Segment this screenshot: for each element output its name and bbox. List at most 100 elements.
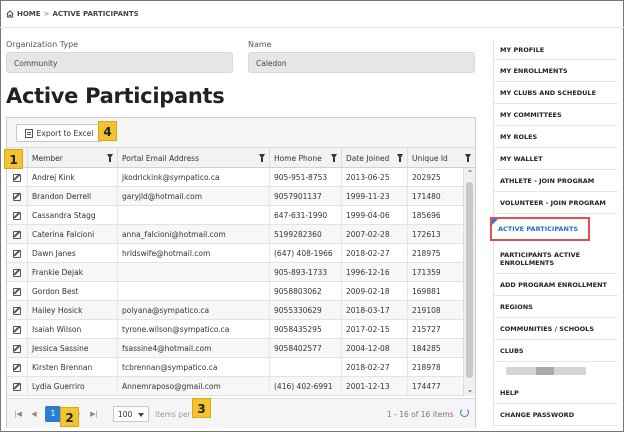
scroll-thumb[interactable] (466, 182, 473, 378)
last-page-button[interactable]: ▶| (87, 407, 101, 421)
edit-icon[interactable] (13, 249, 21, 258)
scroll-down-icon[interactable]: ⌄ (464, 384, 476, 396)
org-type-field[interactable]: Community (6, 52, 233, 73)
table-row[interactable]: Kirsten Brennan tcbrennan@sympatico.ca 201… (7, 358, 463, 377)
table-cell: 218978 (407, 358, 463, 377)
edit-cell[interactable] (7, 358, 27, 377)
sidebar-item-athlete-join-program[interactable]: ATHLETE - JOIN PROGRAM (494, 170, 618, 192)
header-unique-id[interactable]: Unique Id (407, 148, 475, 168)
table-row[interactable]: Brandon Derrell garyjld@hotmail.com 905790… (7, 187, 463, 206)
edit-icon[interactable] (13, 211, 21, 220)
header-member[interactable]: Member (27, 148, 117, 168)
edit-icon[interactable] (13, 363, 21, 372)
sidebar-item-regions[interactable]: REGIONS (494, 296, 618, 318)
edit-cell[interactable] (7, 225, 27, 244)
refresh-icon[interactable] (460, 408, 469, 417)
sidebar-item-my-wallet[interactable]: MY WALLET (494, 148, 618, 170)
sidebar-item-label: ADD PROGRAM ENROLLMENT (500, 280, 607, 289)
table-cell: 9058435295 (269, 320, 341, 339)
edit-icon[interactable] (13, 192, 21, 201)
table-cell: 2001-12-13 (341, 377, 407, 396)
table-cell: Andrej Kink (27, 168, 117, 187)
sidebar-item-volunteer-join-program[interactable]: VOLUNTEER - JOIN PROGRAM (494, 192, 618, 214)
sidebar-item-communities-schools[interactable]: COMMUNITIES / SCHOOLS (494, 318, 618, 340)
filter-icon[interactable] (331, 154, 337, 162)
edit-icon[interactable] (13, 306, 21, 315)
callout-3: 3 (192, 398, 211, 418)
edit-icon[interactable] (13, 344, 21, 353)
export-to-excel-button[interactable]: Export to Excel (16, 124, 102, 142)
sidebar-item-add-program-enrollment[interactable]: ADD PROGRAM ENROLLMENT (494, 274, 618, 296)
sidebar-item-my-profile[interactable]: MY PROFILE (494, 40, 618, 60)
table-row[interactable]: Isaiah Wilson tyrone.wilson@sympatico.ca 9… (7, 320, 463, 339)
sidebar-item-participants-active-enrollments[interactable]: PARTICIPANTS ACTIVE ENROLLMENTS (494, 244, 618, 274)
sidebar-item-label: REGIONS (500, 302, 533, 311)
table-cell: 2013-06-25 (341, 168, 407, 187)
edit-cell[interactable] (7, 377, 27, 396)
header-home-phone[interactable]: Home Phone (269, 148, 341, 168)
table-row[interactable]: Andrej Kink jkodrickink@sympatico.ca 905-9… (7, 168, 463, 187)
edit-cell[interactable] (7, 320, 27, 339)
sidebar-item-clubs[interactable]: CLUBS (494, 340, 618, 362)
table-row[interactable]: Lydia Guerriro Annemraposo@gmail.com (416)… (7, 377, 463, 396)
sidebar-item-change-password[interactable]: CHANGE PASSWORD (494, 404, 618, 426)
page-size-select[interactable]: 100 (113, 406, 149, 422)
filter-icon[interactable] (465, 154, 471, 162)
edit-icon[interactable] (13, 268, 21, 277)
edit-icon[interactable] (13, 287, 21, 296)
breadcrumb-separator: > (43, 10, 50, 18)
breadcrumb-home[interactable]: HOME (17, 10, 41, 18)
filter-icon[interactable] (107, 154, 113, 162)
edit-icon[interactable] (13, 382, 21, 391)
sidebar-item-my-clubs-and-schedule[interactable]: MY CLUBS AND SCHEDULE (494, 82, 618, 104)
table-row[interactable]: Hailey Hosick polyana@sympatico.ca 9055330… (7, 301, 463, 320)
sidebar-item-label: MY PROFILE (500, 45, 545, 54)
table-cell: 5199282360 (269, 225, 341, 244)
table-row[interactable]: Frankie Dejak 905-893-1733 1996-12-16 17135… (7, 263, 463, 282)
sidebar-item-label: CHANGE PASSWORD (500, 410, 575, 419)
edit-icon[interactable] (13, 325, 21, 334)
table-cell: Dawn Janes (27, 244, 117, 263)
edit-cell[interactable] (7, 187, 27, 206)
edit-icon[interactable] (13, 230, 21, 239)
table-cell: polyana@sympatico.ca (117, 301, 269, 320)
table-row[interactable]: Gordon Best 9058803062 2009-02-18 169881 (7, 282, 463, 301)
edit-icon[interactable] (13, 173, 21, 182)
header-email-label: Portal Email Address (122, 154, 199, 163)
table-row[interactable]: Dawn Janes hrldswife@hotmail.com (647) 408… (7, 244, 463, 263)
table-cell: Jessica Sassine (27, 339, 117, 358)
table-cell: 1999-11-23 (341, 187, 407, 206)
table-row[interactable]: Jessica Sassine fsassine4@hotmail.com 9058… (7, 339, 463, 358)
name-field[interactable]: Caledon (248, 52, 475, 73)
sidebar-item-help[interactable]: HELP (494, 382, 618, 404)
edit-cell[interactable] (7, 168, 27, 187)
sidebar-item-label: ATHLETE - JOIN PROGRAM (500, 176, 595, 185)
filter-icon[interactable] (259, 154, 265, 162)
sidebar-item-my-roles[interactable]: MY ROLES (494, 126, 618, 148)
first-page-button[interactable]: |◀ (11, 407, 25, 421)
header-email[interactable]: Portal Email Address (117, 148, 269, 168)
home-icon[interactable] (6, 10, 14, 18)
table-row[interactable]: Caterina Falcioni anna_falcioni@hotmail.c… (7, 225, 463, 244)
table-cell: 9055330629 (269, 301, 341, 320)
sidebar-item-my-committees[interactable]: MY COMMITTEES (494, 104, 618, 126)
edit-cell[interactable] (7, 244, 27, 263)
edit-cell[interactable] (7, 301, 27, 320)
table-cell: tcbrennan@sympatico.ca (117, 358, 269, 377)
table-cell: Cassandra Stagg (27, 206, 117, 225)
filter-icon[interactable] (397, 154, 403, 162)
table-cell (269, 358, 341, 377)
current-page-button[interactable]: 1 (45, 406, 61, 422)
sidebar-item-active-participants[interactable]: ACTIVE PARTICIPANTS (490, 217, 590, 241)
edit-cell[interactable] (7, 263, 27, 282)
sidebar-item-my-enrollments[interactable]: MY ENROLLMENTS (494, 60, 618, 82)
edit-cell[interactable] (7, 339, 27, 358)
grid-scrollbar[interactable]: ⌃ ⌄ (463, 168, 475, 396)
table-row[interactable]: Cassandra Stagg 647-631-1990 1999-04-06 185… (7, 206, 463, 225)
prev-page-button[interactable]: ◀ (27, 407, 41, 421)
scroll-up-icon[interactable]: ⌃ (464, 168, 476, 180)
edit-cell[interactable] (7, 206, 27, 225)
header-date-joined[interactable]: Date Joined (341, 148, 407, 168)
edit-cell[interactable] (7, 282, 27, 301)
table-cell: 215727 (407, 320, 463, 339)
